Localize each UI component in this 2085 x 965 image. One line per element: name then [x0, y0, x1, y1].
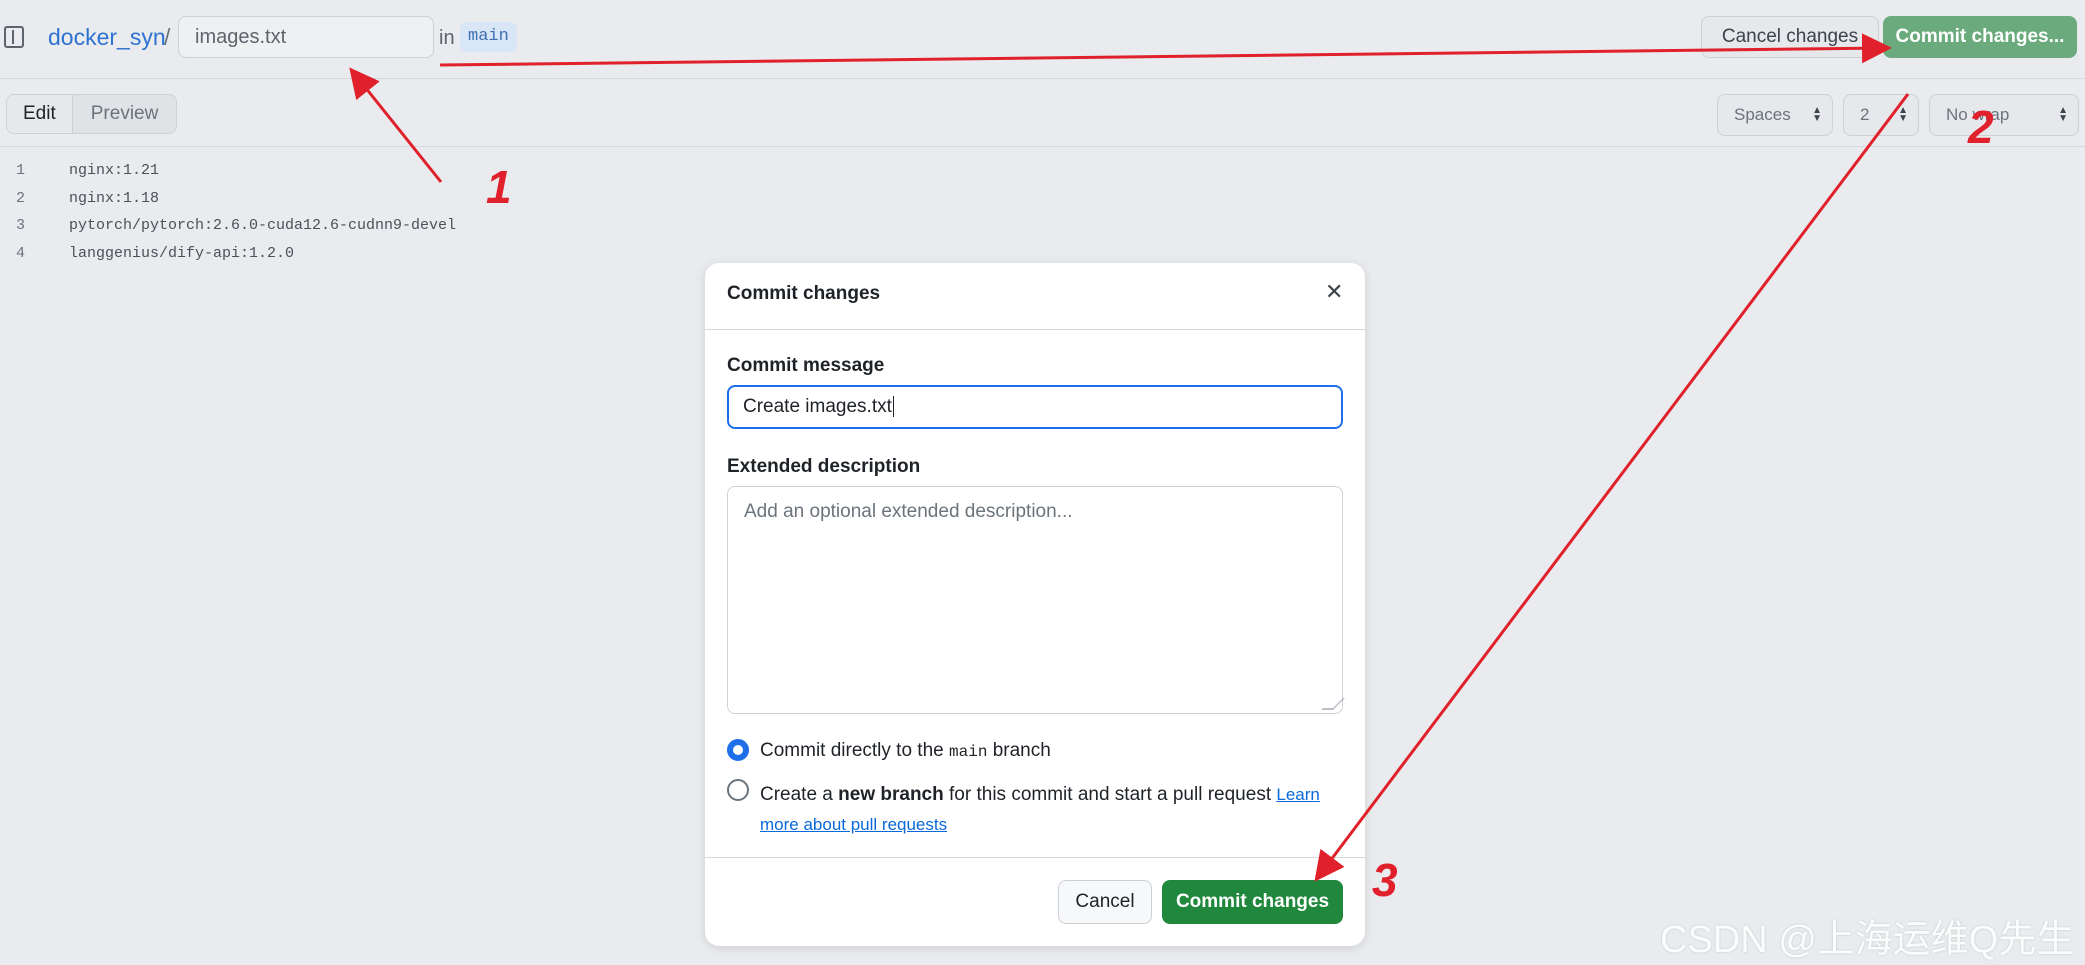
annotation-arrows — [349, 33, 1910, 882]
watermark: CSDN @上海运维Q先生 — [1660, 919, 2075, 961]
arrow-to-commit-dialog — [1314, 93, 1910, 882]
annotation-step-1: 1 — [486, 161, 512, 213]
arrow-to-filename — [349, 67, 443, 183]
arrow-to-commit-top — [439, 33, 1892, 67]
annotation-step-3: 3 — [1372, 854, 1398, 906]
annotation-step-2: 2 — [1968, 101, 1994, 153]
